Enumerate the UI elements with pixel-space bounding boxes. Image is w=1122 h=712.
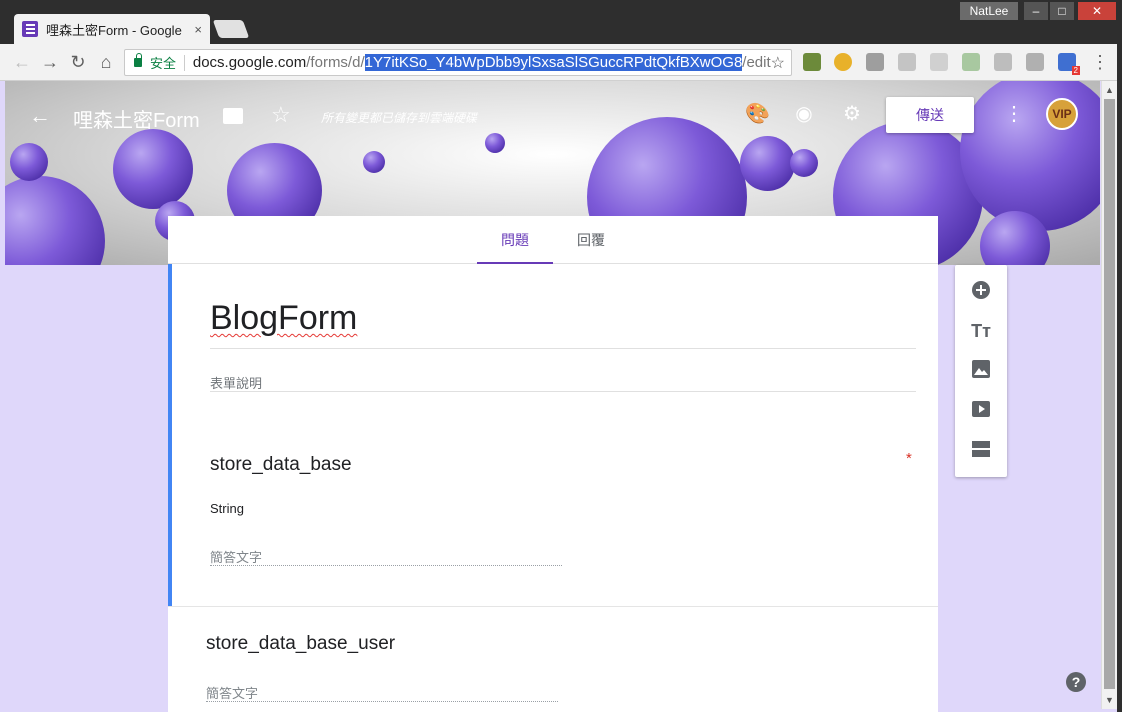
- required-asterisk: *: [906, 450, 912, 467]
- extension-shield-icon[interactable]: [866, 53, 884, 71]
- extension-chat-icon[interactable]: [962, 53, 980, 71]
- back-arrow-icon[interactable]: ←: [29, 103, 51, 129]
- bookmark-star-icon[interactable]: ☆: [771, 53, 785, 73]
- send-button[interactable]: 傳送: [886, 97, 974, 133]
- url-suffix: /edit: [742, 54, 771, 71]
- question-card[interactable]: store_data_base_user 簡答文字: [168, 606, 938, 712]
- section-icon[interactable]: [969, 439, 993, 463]
- decorative-bubble: [790, 149, 818, 177]
- url-selected-id: 1Y7itKSo_Y4bWpDbb9ylSxsaSlSGuccRPdtQkfBX…: [364, 54, 743, 71]
- address-bar[interactable]: 安全 docs.google.com /forms/d/ 1Y7itKSo_Y4…: [124, 49, 792, 76]
- tab-questions[interactable]: 問題: [477, 216, 553, 264]
- divider: [184, 54, 185, 71]
- home-icon[interactable]: ⌂: [96, 52, 116, 72]
- window-border: [1117, 44, 1122, 712]
- extension-camera-icon[interactable]: [930, 53, 948, 71]
- question-side-toolbar: Tᴛ: [955, 265, 1007, 477]
- image-icon[interactable]: [969, 359, 993, 383]
- window-titlebar: 哩森土密Form - Google × NatLee – □ ✕: [0, 0, 1122, 44]
- palette-icon[interactable]: 🎨: [745, 103, 770, 125]
- tab-title: 哩森土密Form - Google: [46, 22, 182, 38]
- reload-icon[interactable]: ↻: [68, 52, 88, 72]
- video-icon[interactable]: [969, 399, 993, 423]
- form-tabs: 問題 回覆: [168, 216, 938, 264]
- lock-icon: [134, 53, 143, 67]
- url-host: docs.google.com: [192, 54, 307, 71]
- divider: [210, 348, 916, 349]
- url-path: /forms/d/: [306, 54, 365, 71]
- forward-icon[interactable]: →: [40, 52, 60, 72]
- decorative-bubble: [5, 176, 105, 265]
- form-description-input[interactable]: 表單說明: [210, 373, 262, 392]
- extension-pdf-icon[interactable]: [1026, 53, 1044, 71]
- account-avatar[interactable]: VIP: [1046, 98, 1078, 130]
- help-icon[interactable]: ?: [1066, 672, 1086, 692]
- question-title[interactable]: store_data_base_user: [206, 633, 395, 655]
- question-title[interactable]: store_data_base: [210, 454, 352, 476]
- extension-badge: 2: [1071, 66, 1080, 75]
- decorative-bubble: [363, 151, 385, 173]
- tab-close-icon[interactable]: ×: [194, 22, 202, 37]
- forms-favicon-icon: [22, 21, 38, 37]
- scroll-thumb[interactable]: [1104, 99, 1115, 689]
- form-editor-card: BlogForm 表單說明 store_data_base * String 簡…: [168, 264, 938, 606]
- save-status: 所有變更都已儲存到雲端硬碟: [321, 111, 478, 125]
- form-title-input[interactable]: BlogForm: [210, 299, 357, 338]
- maximize-button[interactable]: □: [1050, 2, 1074, 20]
- new-tab-button[interactable]: [212, 20, 250, 38]
- secure-label: 安全: [150, 56, 177, 71]
- divider: [210, 391, 916, 392]
- page-scrollbar[interactable]: ▲ ▼: [1101, 81, 1117, 709]
- browser-toolbar: ← → ↻ ⌂ 安全 docs.google.com /forms/d/ 1Y7…: [0, 44, 1122, 81]
- scroll-down-icon[interactable]: ▼: [1102, 693, 1117, 707]
- extension-evernote-icon[interactable]: [803, 53, 821, 71]
- minimize-button[interactable]: –: [1024, 2, 1048, 20]
- short-answer-placeholder: 簡答文字: [210, 550, 263, 565]
- extension-translate-icon[interactable]: 2: [1058, 53, 1080, 75]
- profile-user-button[interactable]: NatLee: [960, 2, 1018, 20]
- tab-responses[interactable]: 回覆: [563, 216, 619, 264]
- close-window-button[interactable]: ✕: [1078, 2, 1116, 20]
- extension-drive-icon[interactable]: [994, 53, 1012, 71]
- preview-eye-icon[interactable]: ◉: [793, 103, 815, 125]
- extension-image-icon[interactable]: [898, 53, 916, 71]
- answer-underline: [206, 701, 558, 702]
- document-title[interactable]: 哩森土密Form: [73, 104, 200, 133]
- question-description[interactable]: String: [210, 501, 244, 516]
- browser-tab[interactable]: 哩森土密Form - Google ×: [14, 14, 210, 44]
- add-question-icon[interactable]: [969, 279, 993, 303]
- answer-underline: [210, 565, 562, 566]
- settings-gear-icon[interactable]: ⚙: [841, 103, 863, 125]
- more-options-icon[interactable]: ⋮: [1003, 103, 1025, 125]
- scroll-up-icon[interactable]: ▲: [1102, 83, 1117, 97]
- short-answer-placeholder: 簡答文字: [206, 686, 259, 701]
- star-icon[interactable]: ☆: [271, 102, 291, 128]
- chrome-menu-icon[interactable]: ⋮: [1090, 52, 1110, 72]
- form-app-bar: ← 哩森土密Form ☆ 所有變更都已儲存到雲端硬碟 🎨 ◉ ⚙ 傳送 ⋮ VI…: [5, 81, 1100, 149]
- back-icon[interactable]: ←: [12, 52, 32, 72]
- extension-colorful-icon[interactable]: [834, 53, 852, 71]
- folder-icon[interactable]: [223, 108, 243, 124]
- title-text-icon[interactable]: Tᴛ: [969, 319, 993, 343]
